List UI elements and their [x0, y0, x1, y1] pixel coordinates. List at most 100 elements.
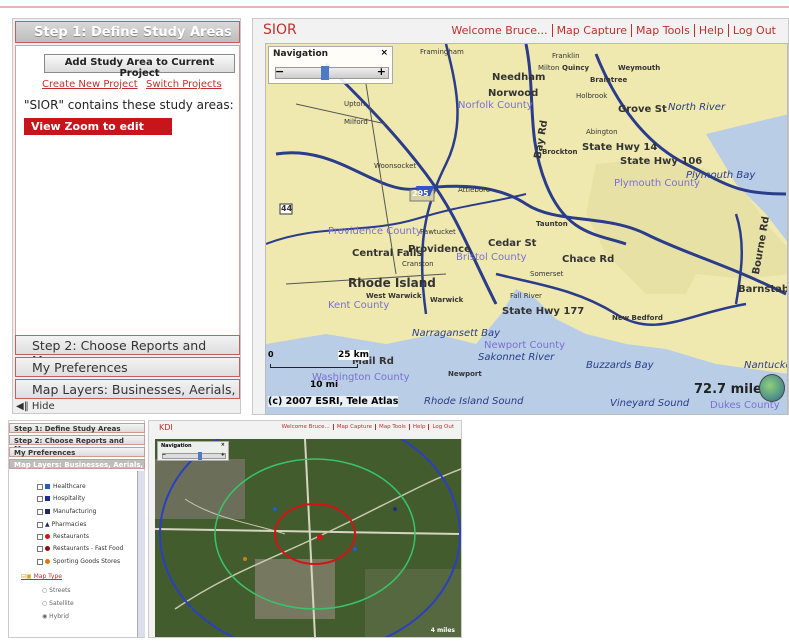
layer-sporting-goods[interactable]: Sporting Goods Stores: [37, 558, 120, 565]
layer-manufacturing[interactable]: Manufacturing: [37, 508, 96, 515]
map-label: State Hwy 106: [620, 156, 703, 167]
checkbox[interactable]: [37, 483, 43, 490]
zoom-in-button[interactable]: +: [221, 452, 225, 458]
study-area-actions[interactable]: View Zoom to edit delete: [24, 118, 172, 146]
map-label: Milford: [344, 118, 368, 126]
map-label: Cedar St: [488, 238, 537, 249]
create-project-link[interactable]: Create New Project: [42, 79, 138, 90]
map-label: Abington: [586, 128, 618, 136]
checkbox[interactable]: [37, 521, 43, 528]
checkbox[interactable]: [37, 495, 43, 502]
step1-header[interactable]: Step 1: Define Study Areas: [9, 423, 145, 433]
layer-label: Pharmacies: [51, 521, 87, 528]
zoom-in-button[interactable]: +: [377, 65, 386, 78]
map-label: Attleboro: [458, 186, 491, 194]
checkbox[interactable]: [37, 508, 43, 515]
map-tools-link[interactable]: Map Tools: [375, 424, 409, 430]
scale-km: 25 km: [338, 350, 370, 360]
checkbox[interactable]: [37, 558, 43, 565]
zoom-slider-handle[interactable]: [198, 452, 202, 460]
map-label: Newport County: [484, 340, 566, 351]
map-tools-link[interactable]: Map Tools: [631, 24, 694, 37]
study-area-caption: "SIOR" contains these study areas:: [24, 98, 234, 112]
close-icon[interactable]: ×: [221, 442, 225, 448]
screenshot-root: Step 1: Define Study Areas Add Study Are…: [0, 0, 789, 642]
scale-label: 4 miles: [430, 627, 455, 634]
map-label: Taunton: [536, 220, 568, 228]
log-out-link[interactable]: Log Out: [727, 24, 780, 37]
radio-satellite[interactable]: ○ Satellite: [42, 600, 74, 607]
map-label: Norfolk County: [458, 100, 533, 111]
zoom-out-button[interactable]: −: [275, 65, 284, 78]
map-capture-link[interactable]: Map Capture: [551, 24, 632, 37]
zoom-slider-handle[interactable]: [321, 66, 329, 80]
checkbox[interactable]: [37, 545, 43, 552]
map-type-label: Map Type: [33, 573, 62, 580]
square-icon: [45, 484, 50, 489]
preferences-header[interactable]: My Preferences: [15, 357, 240, 377]
map-label: Milton: [538, 64, 560, 72]
map-label: Pawtucket: [420, 228, 456, 236]
scale-bar: [270, 364, 358, 368]
add-study-area-button[interactable]: Add Study Area to Current Project: [44, 54, 235, 79]
zoom-slider[interactable]: [275, 67, 389, 79]
square-icon: [45, 496, 50, 501]
map-label: Buzzards Bay: [586, 360, 654, 371]
map-label: New Bedford: [612, 314, 663, 322]
layer-pharmacies[interactable]: ▲ Pharmacies: [37, 521, 86, 528]
log-out-link[interactable]: Log Out: [428, 424, 457, 430]
layer-fast-food[interactable]: Restaurants - Fast Food: [37, 545, 123, 552]
folder-icon: ⊟▣: [21, 573, 34, 580]
layers-panel: Step 1: Define Study Areas Step 2: Choos…: [8, 420, 145, 638]
map-label: Holbrook: [576, 92, 608, 100]
layer-healthcare[interactable]: Healthcare: [37, 483, 86, 490]
checkbox[interactable]: [37, 533, 43, 540]
layer-label: Healthcare: [53, 483, 86, 490]
radio-hybrid[interactable]: ◉ Hybrid: [42, 613, 69, 620]
help-link[interactable]: Help: [693, 24, 728, 37]
close-icon[interactable]: ×: [380, 48, 388, 58]
zoom-slider[interactable]: [162, 453, 226, 459]
navigation-control: Navigation × − +: [268, 46, 393, 84]
layers-scrollbar[interactable]: [137, 471, 145, 637]
map-type-toggle[interactable]: ⊟▣ Map Type: [21, 573, 62, 580]
triangle-icon: ▲: [45, 521, 50, 528]
welcome-link[interactable]: Welcome Bruce...: [447, 24, 551, 37]
help-link[interactable]: Help: [408, 424, 429, 430]
map-layers-header[interactable]: Map Layers: Businesses, Aerials,: [9, 459, 145, 469]
square-icon: [45, 509, 50, 514]
welcome-link[interactable]: Welcome Bruce...: [279, 424, 333, 430]
map-label: Providence County: [328, 226, 422, 237]
map-label: Nantucket: [744, 360, 787, 371]
preferences-header[interactable]: My Preferences: [9, 447, 145, 457]
copyright: (c) 2007 ESRI, Tele Atlas: [268, 396, 399, 407]
radio-label: Streets: [49, 587, 71, 594]
dot-icon: [45, 534, 50, 539]
scale-mi: 10 mi: [310, 380, 339, 390]
map-label: Brockton: [542, 148, 578, 156]
globe-icon: [759, 374, 785, 402]
map-layers-header[interactable]: Map Layers: Businesses, Aerials,: [15, 379, 240, 399]
step2-header[interactable]: Step 2: Choose Reports and Maps: [15, 335, 240, 368]
map-capture-link[interactable]: Map Capture: [332, 424, 375, 430]
map-label: Rhode Island Sound: [424, 396, 524, 407]
radio-streets[interactable]: ○ Streets: [42, 587, 71, 594]
switch-projects-link[interactable]: Switch Projects: [146, 79, 222, 90]
map-label: State Hwy 14: [582, 142, 658, 153]
zoom-out-button[interactable]: −: [162, 452, 166, 458]
map-label: Framingham: [420, 48, 464, 56]
map-view[interactable]: Navigation × − + Needham Norwood Norfolk…: [265, 43, 788, 415]
step1-header[interactable]: Step 1: Define Study Areas: [15, 21, 240, 43]
map-label: Vineyard Sound: [610, 398, 690, 409]
layer-restaurants[interactable]: Restaurants: [37, 533, 89, 540]
aerial-map-view[interactable]: Navigation × − + 4 miles: [155, 439, 461, 637]
map-panel: SIOR Welcome Bruce... Map Capture Map Tool…: [252, 18, 789, 415]
map-label: Chace Rd: [562, 254, 615, 265]
map-label: Cranston: [402, 260, 434, 268]
hide-toggle[interactable]: ◀‖ Hide: [16, 401, 55, 412]
scale-zero: 0: [268, 350, 274, 359]
map-label: Somerset: [530, 270, 564, 278]
step2-header[interactable]: Step 2: Choose Reports and Maps: [9, 435, 145, 453]
layer-hospitality[interactable]: Hospitality: [37, 495, 85, 502]
map-label: Rhode Island: [348, 276, 436, 290]
